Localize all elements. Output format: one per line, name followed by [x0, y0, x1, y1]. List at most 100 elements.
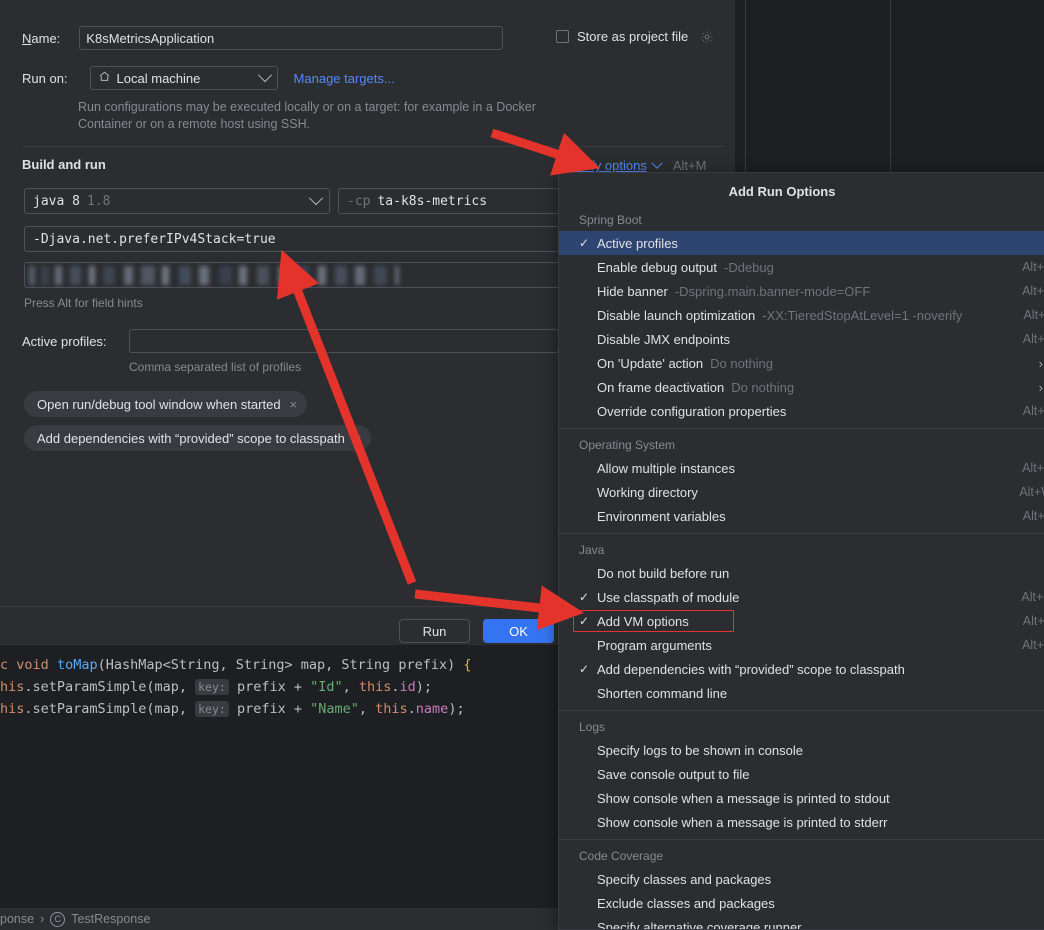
chevron-down-icon	[257, 68, 272, 83]
menu-item-disable-jmx-endpoints[interactable]: Disable JMX endpoints Alt+X	[559, 327, 1044, 351]
menu-item-subtext: -XX:TieredStopAtLevel=1 -noverify	[762, 307, 963, 323]
menu-item-working-directory[interactable]: Working directory Alt+W	[559, 480, 1044, 504]
name-input[interactable]	[79, 26, 504, 50]
menu-item-subtext: Do nothing	[731, 379, 795, 395]
menu-group-label-spring-boot: Spring Boot	[579, 213, 642, 227]
active-profiles-hint: Comma separated list of profiles	[129, 360, 302, 374]
menu-item-subtext: -Ddebug	[724, 259, 774, 275]
menu-separator	[559, 839, 1044, 840]
menu-item-shortcut: Alt+O	[1021, 590, 1044, 604]
menu-item-on-update-action[interactable]: On 'Update' action Do nothing ›	[559, 351, 1044, 375]
menu-item-program-arguments[interactable]: Program arguments Alt+R	[559, 633, 1044, 657]
code-line: his.setParamSimple(map, key: prefix + "I…	[0, 679, 433, 695]
menu-item-hide-banner[interactable]: Hide banner -Dspring.main.banner-mode=OFF…	[559, 279, 1044, 303]
menu-item-label: On 'Update' action	[597, 355, 704, 371]
menu-item-subtext: -Dspring.main.banner-mode=OFF	[674, 283, 871, 299]
menu-item-disable-launch-optimization[interactable]: Disable launch optimization -XX:TieredSto…	[559, 303, 1044, 327]
menu-item-do-not-build-before-run[interactable]: Do not build before run	[559, 561, 1044, 585]
menu-item-shortcut: Alt+R	[1022, 638, 1044, 652]
menu-item-save-console-output-to-file[interactable]: Save console output to file	[559, 762, 1044, 786]
menu-item-exclude-classes-and-packages[interactable]: Exclude classes and packages	[559, 891, 1044, 915]
ok-button[interactable]: OK	[483, 619, 554, 643]
menu-item-shortcut: Alt+D	[1022, 260, 1044, 274]
vm-options-field[interactable]: -Djava.net.preferIPv4Stack=true	[24, 226, 562, 252]
breadcrumb-item-second[interactable]: TestResponse	[71, 912, 150, 926]
option-chip-add-provided-dependencies[interactable]: Add dependencies with “provided” scope t…	[24, 425, 372, 451]
chevron-right-icon: ›	[1038, 355, 1043, 371]
menu-item-label: Shorten command line	[597, 685, 728, 701]
close-icon[interactable]: ×	[354, 432, 362, 445]
checkbox-indicator[interactable]	[556, 30, 569, 43]
menu-item-add-dependencies-with-provided-scope-to-classpath[interactable]: ✓ Add dependencies with “provided” scope …	[559, 657, 1044, 681]
menu-item-show-console-when-a-message-is-printed-to-stderr[interactable]: Show console when a message is printed t…	[559, 810, 1044, 834]
menu-item-label: Show console when a message is printed t…	[597, 814, 888, 830]
menu-item-override-configuration-properties[interactable]: Override configuration properties Alt+P	[559, 399, 1044, 423]
breadcrumb-item-first[interactable]: ponse	[0, 912, 34, 926]
cp-flag: -cp	[347, 193, 371, 209]
class-icon: C	[50, 911, 66, 927]
parameter-hint: key:	[195, 679, 229, 695]
option-chip-open-run-debug-tool-window[interactable]: Open run/debug tool window when started …	[24, 391, 308, 417]
close-icon[interactable]: ×	[290, 398, 298, 411]
menu-group-label-operating-system: Operating System	[579, 438, 676, 452]
menu-separator	[559, 533, 1044, 534]
popup-title: Add Run Options	[728, 183, 836, 199]
manage-targets-link[interactable]: Manage targets...	[294, 71, 395, 86]
menu-separator	[559, 428, 1044, 429]
menu-item-shortcut: Alt+V	[1022, 614, 1044, 628]
modify-options-link[interactable]: Modify options Alt+M	[563, 157, 707, 173]
cp-module-value: ta-k8s-metrics	[377, 193, 488, 209]
modify-options-shortcut: Alt+M	[672, 158, 707, 173]
active-profiles-input[interactable]	[128, 329, 559, 353]
menu-group-label-java: Java	[579, 543, 605, 557]
menu-item-specify-alternative-coverage-runner[interactable]: Specify alternative coverage runner	[559, 915, 1044, 930]
chevron-down-icon	[308, 191, 324, 206]
gear-icon[interactable]	[700, 30, 714, 44]
check-icon: ✓	[579, 590, 590, 604]
section-divider	[22, 146, 724, 147]
menu-item-label: Program arguments	[597, 637, 712, 653]
name-label: Name:	[22, 30, 61, 46]
code-line: c void toMap(HashMap<String, String> map…	[0, 657, 472, 673]
menu-item-add-vm-options[interactable]: ✓ Add VM options Alt+V	[559, 609, 1044, 633]
menu-item-shortcut: Alt+E	[1022, 509, 1044, 523]
menu-item-label: Override configuration properties	[597, 403, 787, 419]
menu-item-shortcut: Alt+H	[1022, 284, 1044, 298]
store-as-project-file-label: Store as project file	[577, 29, 689, 44]
add-run-options-popup: Add Run Options Spring Boot ✓ Active profi…	[558, 172, 1044, 930]
menu-item-use-classpath-of-module[interactable]: ✓ Use classpath of module Alt+O	[559, 585, 1044, 609]
menu-item-label: Add VM options	[597, 613, 689, 629]
menu-item-enable-debug-output[interactable]: Enable debug output -Ddebug Alt+D	[559, 255, 1044, 279]
menu-item-show-console-when-a-message-is-printed-to-stdout[interactable]: Show console when a message is printed t…	[559, 786, 1044, 810]
menu-group-label-logs: Logs	[579, 720, 606, 734]
menu-item-on-frame-deactivation[interactable]: On frame deactivation Do nothing ›	[559, 375, 1044, 399]
classpath-module-field[interactable]: -cp ta-k8s-metrics	[338, 188, 562, 214]
run-button[interactable]: Run	[399, 619, 470, 643]
store-as-project-file-checkbox[interactable]: Store as project file	[556, 29, 714, 44]
menu-item-label: Disable JMX endpoints	[597, 331, 730, 347]
menu-item-allow-multiple-instances[interactable]: Allow multiple instances Alt+U	[559, 456, 1044, 480]
menu-item-environment-variables[interactable]: Environment variables Alt+E	[559, 504, 1044, 528]
menu-item-label: Exclude classes and packages	[597, 895, 775, 911]
build-and-run-heading: Build and run	[22, 157, 106, 172]
run-on-combobox[interactable]: Local machine	[89, 66, 278, 90]
menu-item-shorten-command-line[interactable]: Shorten command line	[559, 681, 1044, 705]
menu-item-label: Save console output to file	[597, 766, 750, 782]
menu-item-shortcut: Alt+X	[1022, 332, 1044, 346]
jdk-combobox[interactable]: java 8 1.8	[24, 188, 330, 214]
jdk-name: java 8	[33, 193, 80, 209]
menu-item-label: Specify alternative coverage runner	[597, 919, 802, 930]
menu-item-label: Allow multiple instances	[597, 460, 736, 476]
menu-item-label: Active profiles	[597, 235, 678, 251]
run-on-row: Run on: Local machine Manage targets...	[22, 66, 395, 90]
popup-menu-body: Spring Boot ✓ Active profiles Enable debug …	[559, 209, 1044, 930]
active-profiles-label: Active profiles:	[22, 333, 107, 349]
menu-item-active-profiles[interactable]: ✓ Active profiles	[559, 231, 1044, 255]
field-hint-text: Press Alt for field hints	[24, 296, 143, 310]
breadcrumb[interactable]: ponse › C TestResponse	[0, 908, 560, 930]
menu-item-specify-classes-and-packages[interactable]: Specify classes and packages	[559, 867, 1044, 891]
code-editor[interactable]: c void toMap(HashMap<String, String> map…	[0, 646, 560, 908]
menu-item-specify-logs-to-be-shown-in-console[interactable]: Specify logs to be shown in console	[559, 738, 1044, 762]
run-on-label: Run on:	[22, 70, 68, 86]
redacted-program-arguments-field[interactable]	[24, 262, 562, 288]
